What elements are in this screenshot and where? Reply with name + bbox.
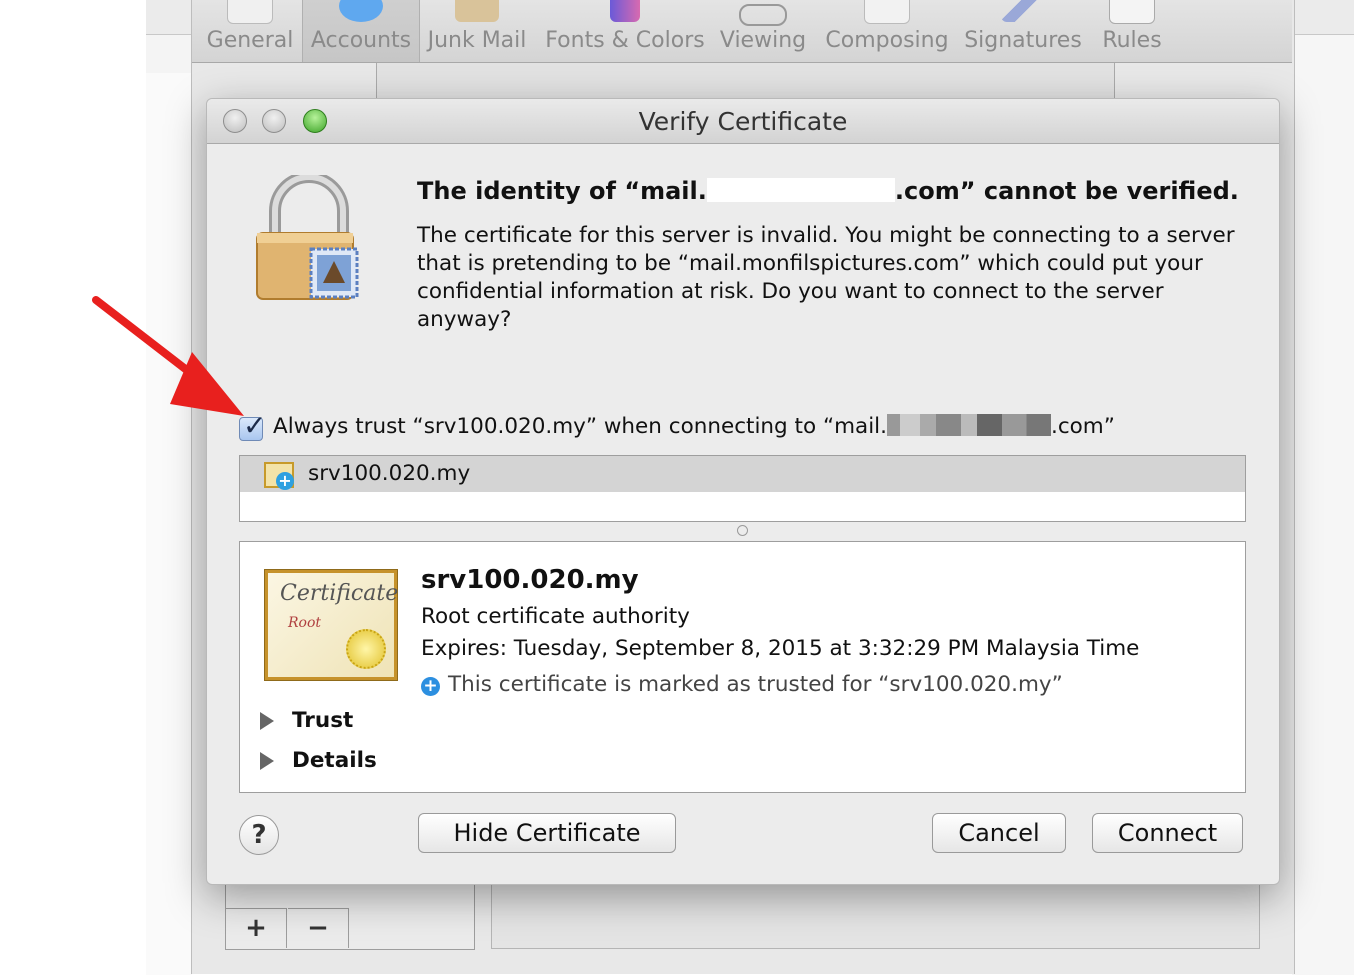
rules-icon [1109,0,1155,24]
padlock-stamp-icon [256,175,359,300]
root-certificate-icon: Certificate Root [265,570,398,680]
annotation-arrow [92,296,244,416]
remove-account-button[interactable]: − [288,908,349,948]
cancel-button[interactable]: Cancel [932,813,1066,853]
general-switch-icon [227,0,273,24]
plus-circle-icon: + [421,677,440,696]
toolbar-item-rules[interactable]: Rules [1092,0,1172,62]
connect-button[interactable]: Connect [1092,813,1243,853]
toolbar-item-fonts-colors[interactable]: Fonts & Colors [544,0,706,62]
disclosure-triangle-icon [260,712,274,730]
junk-mail-icon [455,0,499,22]
certificate-name: srv100.020.my [421,565,639,595]
always-trust-label: Always trust “srv100.020.my” when connec… [273,414,1115,439]
prefs-left-backdrop [146,34,192,975]
redacted-domain-pixelated [887,414,1051,436]
toolbar-item-junk-mail[interactable]: Junk Mail [422,0,532,62]
dialog-message: The certificate for this server is inval… [417,223,1235,332]
pen-icon [1001,0,1045,22]
toolbar-item-composing[interactable]: Composing [822,0,952,62]
certificate-chain-list: + srv100.020.my [239,455,1246,522]
account-detail-panel-bottom [491,880,1260,949]
prefs-tab-strip [376,63,1115,99]
disclosure-triangle-icon [260,752,274,770]
prefs-right-backdrop [1292,34,1354,975]
gold-seal-icon [346,629,386,669]
certificate-type: Root certificate authority [421,604,690,629]
fonts-colors-icon [610,0,640,22]
splitter-handle[interactable] [737,525,748,536]
hide-certificate-button[interactable]: Hide Certificate [418,813,676,853]
certificate-expiry: Expires: Tuesday, September 8, 2015 at 3… [421,636,1140,661]
dialog-title: Verify Certificate [638,107,848,136]
toolbar-item-general[interactable]: General [200,0,300,62]
details-disclosure[interactable]: Details [260,748,377,773]
trust-disclosure[interactable]: Trust [260,708,353,733]
dialog-titlebar: Verify Certificate [207,99,1279,144]
help-button[interactable]: ? [239,815,279,855]
glasses-icon [739,4,787,26]
trusted-plus-icon: + [276,472,294,490]
verify-certificate-dialog: Verify Certificate The identity of “mail… [206,98,1280,885]
toolbar-item-accounts[interactable]: Accounts [302,0,420,62]
dialog-heading: The identity of “mail. .com” cannot be ve… [417,177,1239,205]
redacted-domain [706,178,895,202]
toolbar-item-viewing[interactable]: Viewing [716,0,810,62]
certificate-chain-row[interactable]: + srv100.020.my [240,456,1245,492]
certificate-trust-status: + This certificate is marked as trusted f… [421,672,1063,697]
preferences-toolbar: General Accounts Junk Mail Fonts & Color… [192,0,1292,63]
toolbar-item-signatures[interactable]: Signatures [964,0,1082,62]
add-account-button[interactable]: + [226,908,287,948]
at-sign-icon [339,0,383,22]
certificate-details-panel: Certificate Root srv100.020.my Root cert… [239,541,1246,793]
pencil-icon [864,0,910,24]
